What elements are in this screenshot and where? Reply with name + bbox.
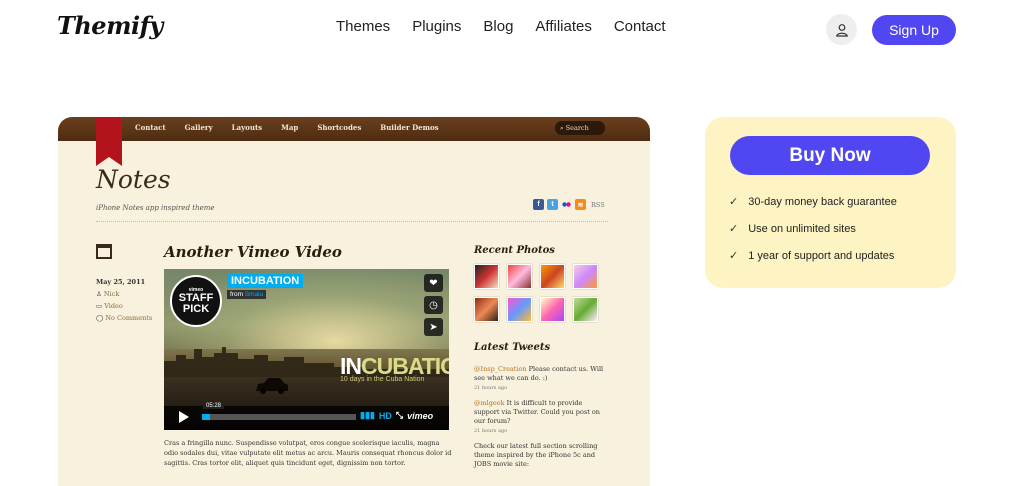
preview-site-title: Notes bbox=[96, 165, 171, 194]
latest-tweets-heading: Latest Tweets bbox=[474, 342, 551, 353]
search-icon: ⌕ bbox=[560, 123, 564, 132]
tweet-time: 21 hours ago bbox=[474, 428, 508, 434]
preview-rss-label: RSS bbox=[591, 200, 605, 209]
send-icon[interactable]: ➤ bbox=[424, 318, 443, 336]
facebook-icon: f bbox=[533, 199, 544, 210]
video-subtitle: 10 days in the Cuba Nation bbox=[340, 376, 425, 383]
photo-thumb bbox=[507, 297, 532, 322]
volume-icon[interactable]: ▮▮▮ bbox=[360, 410, 375, 421]
hd-label[interactable]: HD bbox=[379, 411, 392, 421]
post-excerpt: Cras a fringilla nunc. Suspendisse volut… bbox=[164, 439, 452, 467]
folder-icon: ▭ bbox=[96, 302, 105, 310]
video-progress[interactable] bbox=[202, 414, 356, 420]
feature-item: ✓ Use on unlimited sites bbox=[729, 222, 856, 236]
tweet-text: Check our latest full section scrolling … bbox=[474, 442, 598, 468]
fullscreen-icon[interactable]: ⤡ bbox=[396, 410, 403, 421]
tweet-handle: @mlgeek bbox=[474, 399, 505, 407]
photo-thumb bbox=[474, 297, 499, 322]
vimeo-logo[interactable]: vimeo bbox=[407, 411, 433, 421]
site-header: Themify Themes Plugins Blog Affiliates C… bbox=[0, 0, 1024, 60]
video-title[interactable]: INCUBATION bbox=[227, 274, 304, 288]
feature-item: ✓ 30-day money back guarantee bbox=[729, 195, 897, 209]
buy-now-button[interactable]: Buy Now bbox=[730, 136, 930, 175]
tweet-time: 21 hours ago bbox=[474, 385, 508, 391]
photo-thumb bbox=[573, 264, 598, 289]
car-silhouette bbox=[256, 378, 288, 394]
bookmark-ribbon bbox=[96, 117, 122, 166]
vimeo-video: vimeo STAFF PICK INCUBATION from Smaiu ❤… bbox=[164, 269, 449, 430]
video-brand: ▮▮▮ HD ⤡ vimeo bbox=[360, 410, 433, 421]
photo-thumb bbox=[573, 297, 598, 322]
nav-blog[interactable]: Blog bbox=[483, 18, 513, 35]
recent-photos-grid bbox=[474, 264, 606, 322]
heart-icon[interactable]: ❤ bbox=[424, 274, 443, 292]
preview-menu-item: Gallery bbox=[184, 123, 213, 132]
post-title: Another Vimeo Video bbox=[164, 243, 342, 261]
preview-menu-item: Layouts bbox=[231, 123, 263, 132]
photo-thumb bbox=[540, 297, 565, 322]
preview-menu: Contact Gallery Layouts Map Shortcodes B… bbox=[135, 123, 458, 132]
rss-icon: ≋ bbox=[575, 199, 586, 210]
photo-thumb bbox=[540, 264, 565, 289]
play-icon[interactable] bbox=[179, 411, 189, 423]
tweet: @Insp_Creation Please contact us. Will s… bbox=[474, 365, 606, 393]
preview-search: ⌕ Search bbox=[555, 121, 605, 135]
post-comments: No Comments bbox=[105, 314, 153, 322]
preview-tagline: iPhone Notes app inspired theme bbox=[96, 204, 215, 212]
preview-search-label: Search bbox=[565, 124, 589, 132]
purchase-box: Buy Now ✓ 30-day money back guarantee ✓ … bbox=[705, 117, 956, 288]
preview-menu-item: Shortcodes bbox=[317, 123, 362, 132]
check-icon: ✓ bbox=[729, 250, 739, 262]
post-author: Nick bbox=[103, 290, 120, 298]
feature-text: 1 year of support and updates bbox=[748, 249, 895, 262]
feature-item: ✓ 1 year of support and updates bbox=[729, 249, 895, 263]
feature-text: Use on unlimited sites bbox=[748, 222, 856, 235]
user-icon bbox=[835, 23, 848, 37]
main-nav: Themes Plugins Blog Affiliates Contact bbox=[336, 18, 688, 35]
video-time: 05:28 bbox=[203, 403, 225, 409]
twitter-icon: t bbox=[547, 199, 558, 210]
preview-sidebar: Recent Photos Latest Tweets @Insp_Creati… bbox=[474, 245, 606, 469]
feature-text: 30-day money back guarantee bbox=[748, 195, 897, 208]
photo-thumb bbox=[474, 264, 499, 289]
check-icon: ✓ bbox=[729, 223, 739, 235]
nav-affiliates[interactable]: Affiliates bbox=[535, 18, 591, 35]
flickr-icon bbox=[561, 199, 572, 210]
preview-social-icons: f t ≋ RSS bbox=[533, 199, 605, 210]
video-progress-fill bbox=[202, 414, 210, 420]
nav-themes[interactable]: Themes bbox=[336, 18, 390, 35]
tweet: @mlgeek It is difficult to provide suppo… bbox=[474, 399, 606, 436]
badge-staff-pick: STAFF PICK bbox=[178, 292, 214, 315]
tweet: Check our latest full section scrolling … bbox=[474, 442, 606, 469]
post-date: May 25, 2011 bbox=[96, 278, 146, 286]
comment-icon: ◯ bbox=[96, 314, 106, 322]
divider bbox=[96, 221, 608, 222]
nav-contact[interactable]: Contact bbox=[614, 18, 666, 35]
preview-menu-item: Builder Demos bbox=[380, 123, 439, 132]
check-icon: ✓ bbox=[729, 196, 739, 208]
preview-menu-item: Contact bbox=[135, 123, 166, 132]
clock-icon[interactable]: ◷ bbox=[424, 296, 443, 314]
theme-preview[interactable]: Contact Gallery Layouts Map Shortcodes B… bbox=[58, 117, 650, 486]
nav-plugins[interactable]: Plugins bbox=[412, 18, 461, 35]
photo-thumb bbox=[507, 264, 532, 289]
recent-photos-heading: Recent Photos bbox=[474, 245, 555, 256]
themify-logo[interactable]: Themify bbox=[57, 11, 163, 40]
staff-pick-badge: vimeo STAFF PICK bbox=[170, 275, 222, 327]
latest-tweets: Latest Tweets @Insp_Creation Please cont… bbox=[474, 342, 606, 469]
tweet-handle: @Insp_Creation bbox=[474, 365, 527, 373]
clapperboard-icon bbox=[96, 244, 112, 259]
video-from: from Smaiu bbox=[227, 290, 267, 299]
sign-up-button[interactable]: Sign Up bbox=[872, 15, 956, 45]
account-button[interactable] bbox=[826, 14, 857, 45]
author-icon: ♙ bbox=[96, 290, 104, 298]
preview-menu-item: Map bbox=[281, 123, 299, 132]
video-from-name[interactable]: Smaiu bbox=[245, 291, 263, 298]
video-from-prefix: from bbox=[230, 291, 243, 298]
post-category: Video bbox=[104, 302, 123, 310]
post-meta: May 25, 2011 ♙ Nick ▭ Video ◯ No Comment… bbox=[96, 276, 152, 324]
